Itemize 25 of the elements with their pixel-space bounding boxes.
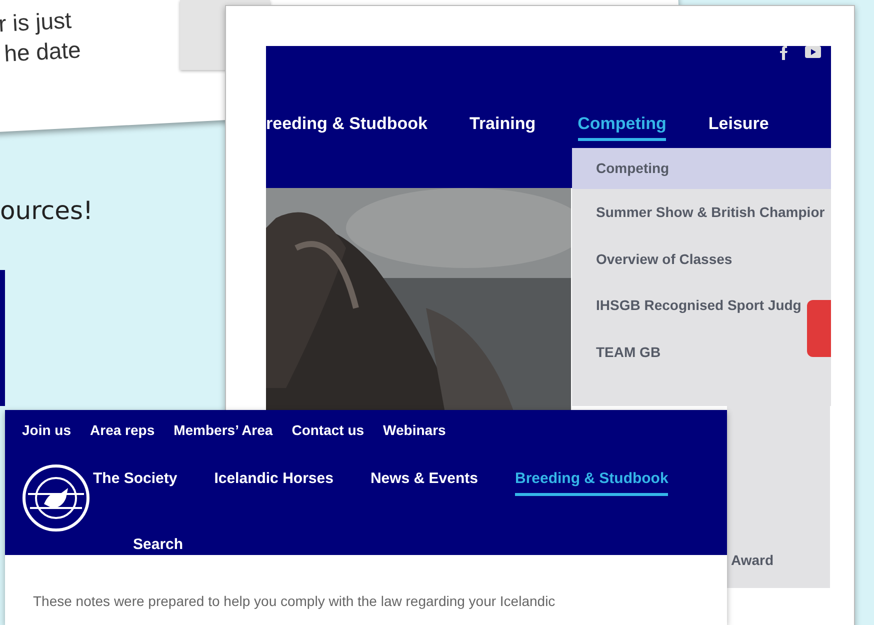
menu-item[interactable]: Competing — [572, 148, 831, 189]
nav-tab[interactable]: Leisure — [708, 114, 769, 140]
top-link[interactable]: Contact us — [292, 422, 364, 438]
nav-tab[interactable]: Training — [470, 114, 536, 140]
video-icon[interactable] — [805, 46, 821, 58]
top-link[interactable]: Members’ Area — [174, 422, 273, 438]
body-text: These notes were prepared to help you comply with the law regarding your Icelandic — [32, 592, 556, 609]
logo-icon — [22, 464, 90, 532]
search-link[interactable]: Search — [133, 536, 727, 550]
menu-item[interactable]: Summer Show & British Champior — [572, 189, 825, 236]
nav-tab[interactable]: reeding & Studbook — [266, 114, 428, 140]
top-link[interactable]: Webinars — [383, 422, 446, 438]
nav-tab[interactable]: Competing — [578, 114, 666, 140]
nav-tab[interactable]: Icelandic Horses — [214, 470, 334, 496]
slide-text: ources! — [0, 196, 94, 225]
menu-item[interactable]: TEAM GB — [572, 328, 661, 375]
top-link[interactable]: Join us — [22, 422, 72, 438]
nav-tab[interactable]: Breeding & Studbook — [514, 470, 668, 496]
menu-item[interactable]: Overview of Classes — [572, 236, 732, 282]
top-link[interactable]: Area reps — [90, 422, 155, 438]
menu-item[interactable]: Award — [727, 540, 774, 588]
facebook-icon[interactable] — [779, 46, 789, 60]
menu-item[interactable]: IHSGB Recognised Sport Judg — [572, 282, 802, 328]
nav-tab[interactable]: News & Events — [370, 470, 478, 496]
nav-tab[interactable]: The Society — [93, 470, 178, 496]
